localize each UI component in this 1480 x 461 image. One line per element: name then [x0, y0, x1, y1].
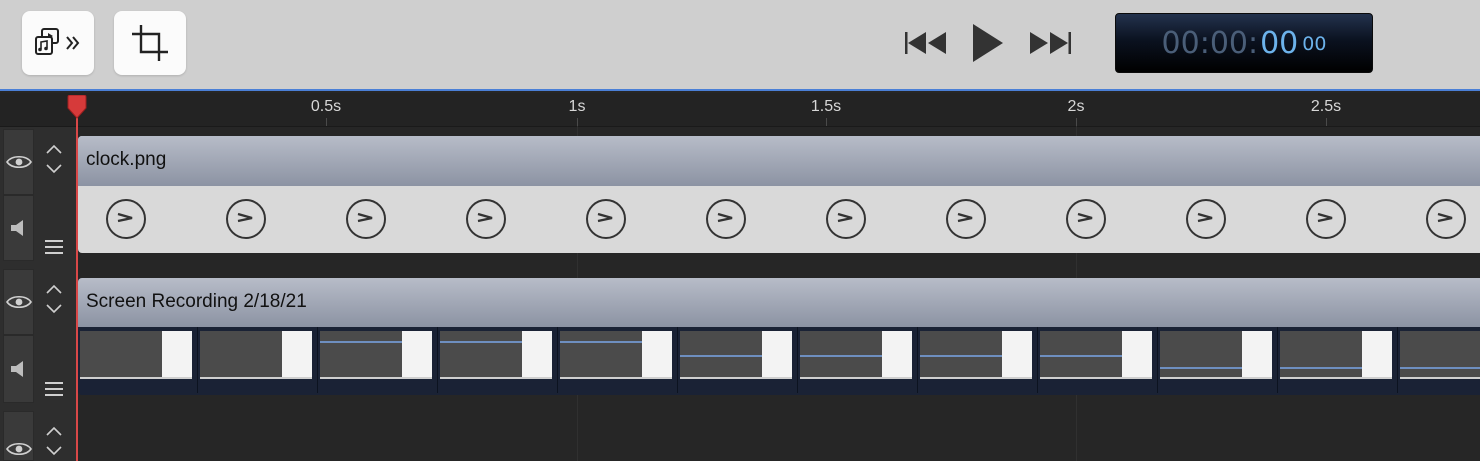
ruler-tick — [1326, 118, 1327, 126]
ruler-tick-label: 2s — [1067, 98, 1085, 115]
video-frame-thumbnail — [558, 327, 678, 393]
visibility-toggle[interactable] — [3, 129, 34, 195]
toolbar: 00:00: 00 00 — [0, 0, 1480, 91]
video-frame-thumbnail — [1278, 327, 1398, 393]
ruler-tick-label: 0.5s — [310, 98, 342, 115]
clip-title: clock.png — [86, 149, 167, 170]
audio-toggle[interactable] — [3, 335, 34, 403]
clock-thumbnail-icon — [946, 199, 986, 239]
clip-title-bar: Screen Recording 2/18/21 — [78, 278, 1480, 327]
eye-icon — [5, 442, 32, 456]
crop-button[interactable] — [114, 11, 186, 75]
track-header — [0, 269, 76, 406]
video-frame-thumbnail — [198, 327, 318, 393]
clock-thumbnail-icon — [466, 199, 506, 239]
clock-thumbnail-icon — [1186, 199, 1226, 239]
ruler-tick — [826, 118, 827, 126]
clock-thumbnail-icon — [1306, 199, 1346, 239]
timecode-hms: 00:00: — [1161, 25, 1259, 61]
video-frame-thumbnail — [318, 327, 438, 393]
track-header — [0, 411, 76, 461]
time-ruler[interactable]: 0.5s 1s 1.5s 2s 2.5s — [0, 93, 1480, 127]
video-frame-thumbnail — [918, 327, 1038, 393]
play-button[interactable] — [963, 18, 1009, 68]
reorder-arrows-icon[interactable] — [44, 283, 64, 317]
track-header-column — [0, 127, 76, 461]
video-frame-thumbnail — [1398, 327, 1480, 393]
ruler-tick-label: 1s — [568, 98, 586, 115]
skip-forward-icon — [1030, 32, 1071, 54]
ruler-tick-label: 2.5s — [1310, 98, 1342, 115]
timecode-display: 00:00: 00 00 — [1115, 13, 1373, 73]
audio-toggle[interactable] — [3, 195, 34, 261]
ruler-tick — [577, 118, 578, 126]
speaker-icon — [10, 220, 23, 236]
playhead-line — [76, 107, 78, 461]
clock-thumbnail-icon — [226, 199, 266, 239]
timecode-frames: 00 — [1302, 33, 1327, 55]
timecode-seconds: 00 — [1260, 25, 1299, 61]
menu-icon[interactable] — [45, 381, 63, 397]
clip-screen-recording[interactable]: Screen Recording 2/18/21 — [78, 278, 1480, 395]
reorder-arrows-icon[interactable] — [44, 425, 64, 459]
ruler-tick — [326, 118, 327, 126]
video-frame-thumbnail — [78, 327, 198, 393]
playhead-handle[interactable] — [66, 95, 88, 119]
clock-thumbnail-icon — [826, 199, 866, 239]
rewind-button[interactable] — [900, 18, 950, 68]
speaker-icon — [10, 361, 23, 377]
clip-title-bar: clock.png — [78, 136, 1480, 186]
eye-icon — [5, 155, 32, 169]
visibility-toggle[interactable] — [3, 269, 34, 335]
clip-clock[interactable]: clock.png — [78, 136, 1480, 253]
visibility-toggle[interactable] — [3, 411, 34, 461]
video-frame-thumbnail — [1038, 327, 1158, 393]
skip-back-icon — [905, 32, 946, 54]
forward-button[interactable] — [1026, 18, 1076, 68]
video-frame-thumbnail — [1158, 327, 1278, 393]
track-header — [0, 127, 76, 264]
ruler-tick-label: 1.5s — [810, 98, 842, 115]
reorder-arrows-icon[interactable] — [44, 143, 64, 177]
video-frame-thumbnail — [678, 327, 798, 393]
media-library-icon — [35, 28, 80, 55]
play-icon — [973, 24, 1003, 62]
media-library-button[interactable] — [22, 11, 94, 75]
clock-thumbnail-icon — [706, 199, 746, 239]
video-frame-thumbnail — [438, 327, 558, 393]
clock-thumbnail-icon — [106, 199, 146, 239]
clock-thumbnail-icon — [1426, 199, 1466, 239]
menu-icon[interactable] — [45, 239, 63, 255]
video-frame-thumbnail — [798, 327, 918, 393]
clock-thumbnail-icon — [586, 199, 626, 239]
ruler-tick — [1076, 118, 1077, 126]
eye-icon — [5, 295, 32, 309]
crop-icon — [132, 25, 168, 61]
clip-title: Screen Recording 2/18/21 — [86, 291, 307, 312]
clock-thumbnail-icon — [1066, 199, 1106, 239]
clock-thumbnail-icon — [346, 199, 386, 239]
